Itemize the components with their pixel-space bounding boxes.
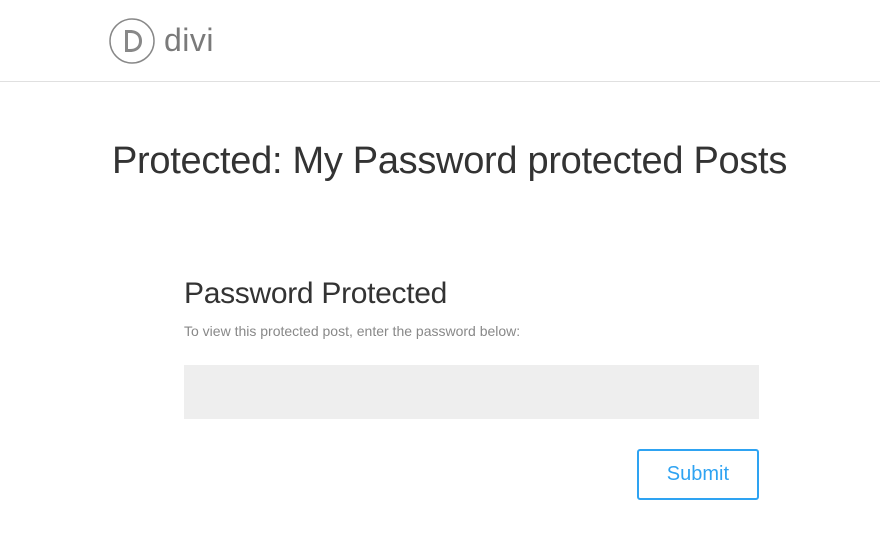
brand-name: divi: [164, 22, 214, 59]
brand-logo[interactable]: divi: [108, 17, 214, 65]
main-container: Protected: My Password protected Posts P…: [0, 82, 880, 500]
divi-logo-icon: [108, 17, 156, 65]
page-title: Protected: My Password protected Posts: [112, 140, 880, 183]
form-heading: Password Protected: [184, 277, 762, 311]
submit-button[interactable]: Submit: [637, 449, 759, 500]
password-input[interactable]: [184, 365, 759, 419]
form-instruction: To view this protected post, enter the p…: [184, 323, 762, 339]
site-header: divi: [0, 0, 880, 82]
password-form: Password Protected To view this protecte…: [184, 277, 762, 500]
submit-row: Submit: [184, 449, 759, 500]
